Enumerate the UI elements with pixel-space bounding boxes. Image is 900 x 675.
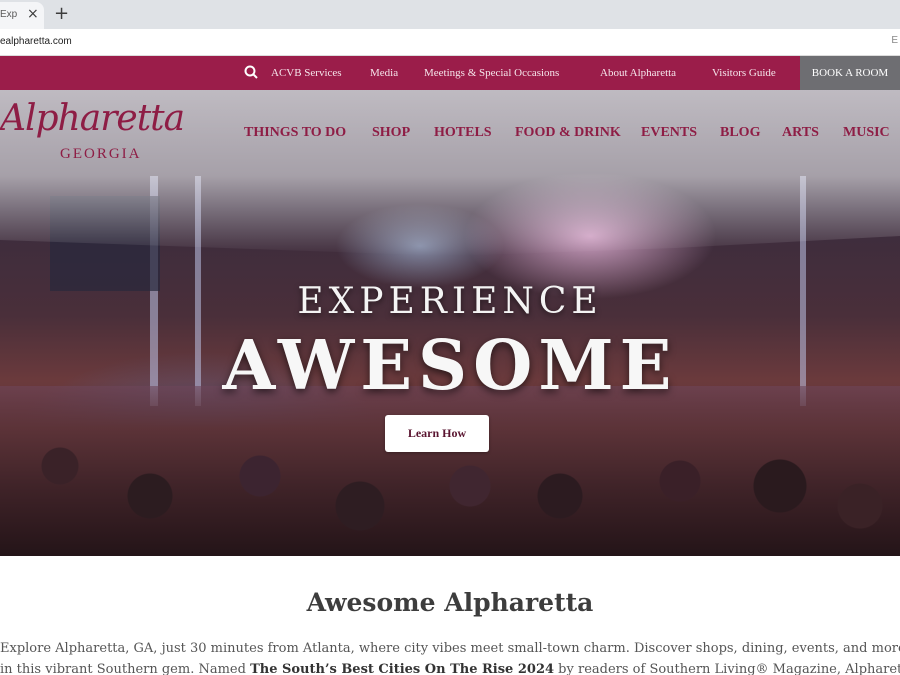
nav-blog[interactable]: BLOG	[720, 125, 760, 141]
utility-link-about[interactable]: About Alpharetta	[600, 67, 676, 79]
nav-music[interactable]: MUSIC	[843, 125, 890, 141]
intro-highlight-link[interactable]: The South’s Best Cities On The Rise 2024	[250, 662, 554, 675]
close-tab-icon[interactable]: ×	[27, 6, 39, 22]
utility-link-meetings[interactable]: Meetings & Special Occasions	[424, 67, 559, 79]
section-title: Awesome Alpharetta	[306, 588, 594, 617]
logo-subtitle: GEORGIA	[60, 146, 142, 162]
nav-events[interactable]: EVENTS	[641, 125, 697, 141]
tab-title: Exp	[0, 9, 18, 20]
url-text[interactable]: ealpharetta.com	[0, 36, 72, 47]
new-tab-button[interactable]: +	[54, 3, 69, 24]
utility-link-acvb-services[interactable]: ACVB Services	[271, 67, 342, 79]
site-logo[interactable]: Alpharetta GEORGIA	[0, 98, 195, 178]
nav-things-to-do[interactable]: THINGS TO DO	[244, 125, 346, 141]
nav-food-drink[interactable]: FOOD & DRINK	[515, 125, 621, 141]
learn-how-button[interactable]: Learn How	[385, 415, 489, 452]
utility-link-visitors-guide[interactable]: Visitors Guide	[712, 67, 776, 79]
browser-tab-bar: Exp × +	[0, 0, 900, 29]
hero-headline-main: AWESOME	[222, 326, 678, 406]
address-bar[interactable]: ealpharetta.com E	[0, 29, 900, 56]
book-a-room-button[interactable]: BOOK A ROOM	[800, 56, 900, 90]
intro-text-segment: in this vibrant Southern gem. Named	[0, 662, 251, 675]
nav-shop[interactable]: SHOP	[372, 125, 410, 141]
nav-arts[interactable]: ARTS	[782, 125, 819, 141]
logo-script-text: Alpharetta	[0, 98, 185, 139]
search-icon[interactable]	[244, 65, 258, 79]
address-bar-edge-text: E	[891, 35, 898, 46]
utility-link-media[interactable]: Media	[370, 67, 398, 79]
browser-tab[interactable]: Exp ×	[0, 2, 44, 29]
hero-section: ACVB Services Media Meetings & Special O…	[0, 56, 900, 556]
utility-nav: ACVB Services Media Meetings & Special O…	[0, 56, 900, 90]
intro-paragraph-line-1: Explore Alpharetta, GA, just 30 minutes …	[0, 641, 900, 656]
nav-hotels[interactable]: HOTELS	[434, 125, 492, 141]
hero-headline-top: EXPERIENCE	[297, 281, 603, 322]
intro-paragraph-line-2: in this vibrant Southern gem. Named The …	[0, 662, 900, 675]
crowd-image	[0, 386, 900, 556]
intro-text-segment: by readers of Southern Living® Magazine,…	[554, 662, 900, 675]
